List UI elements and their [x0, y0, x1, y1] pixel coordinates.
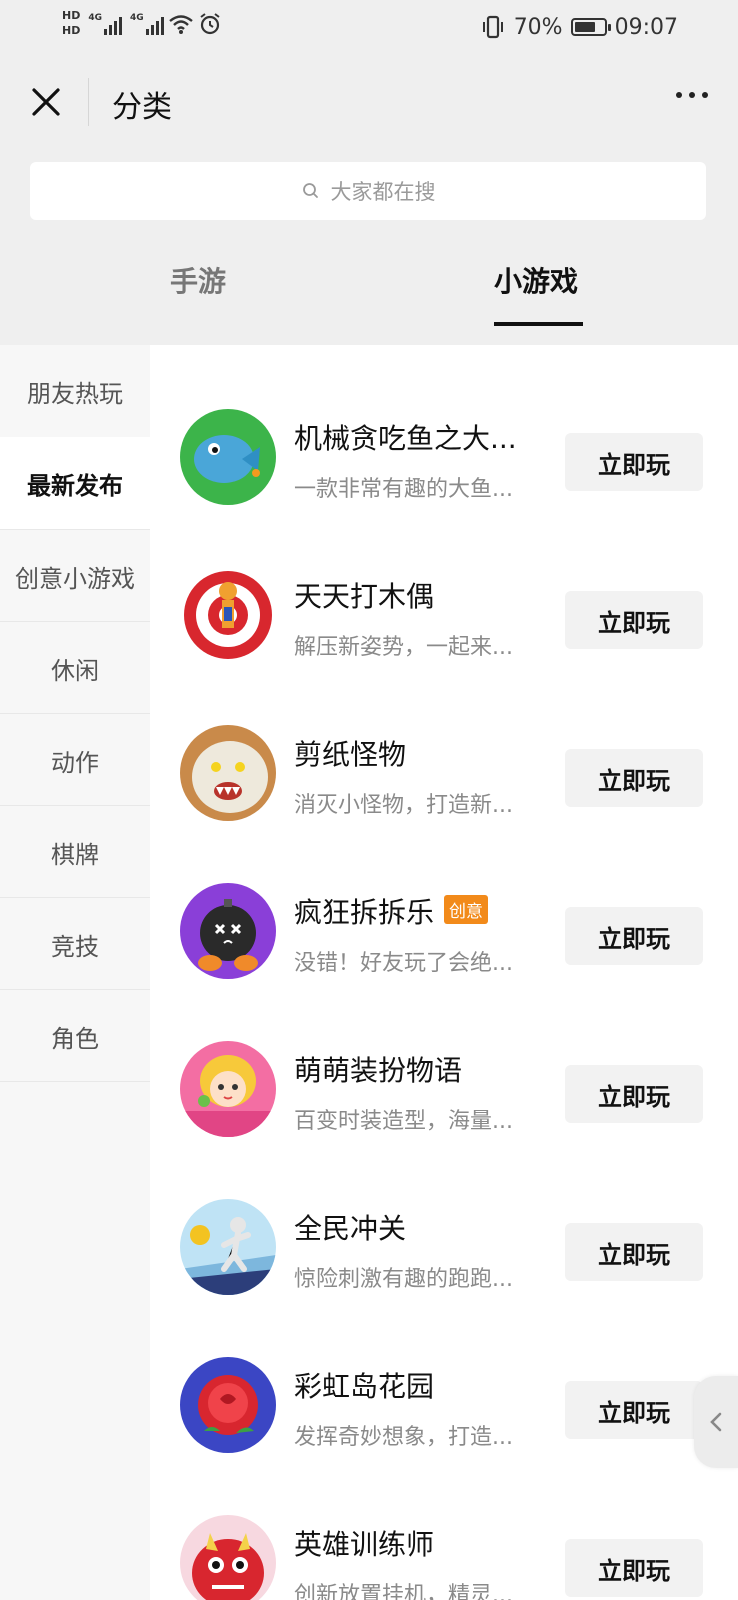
page-title: 分类 [112, 90, 172, 125]
list-item[interactable]: 萌萌装扮物语 百变时装造型，海量... 立即玩 [150, 1041, 738, 1181]
game-name: 彩虹岛花园 [294, 1370, 435, 1403]
bomb-game-icon [180, 883, 276, 979]
sidebar-item-newest[interactable]: 最新发布 [0, 437, 150, 529]
more-dot-icon [702, 92, 708, 98]
sidebar-item-casual[interactable]: 休闲 [0, 622, 150, 714]
hd-label-1: HD [62, 9, 81, 22]
search-placeholder: 大家都在搜 [330, 180, 436, 204]
signal-icon-1: 4G [88, 13, 122, 35]
list-item[interactable]: 疯狂拆拆乐 创意 没错！好友玩了会绝... 立即玩 [150, 883, 738, 1023]
more-button[interactable] [676, 92, 708, 98]
network-type-1: 4G [88, 12, 102, 23]
more-dot-icon [689, 92, 695, 98]
game-description: 发挥奇妙想象，打造... [294, 1425, 513, 1450]
tab-mini-games[interactable]: 小游戏 [494, 260, 578, 300]
game-name: 萌萌装扮物语 [294, 1054, 463, 1087]
close-button[interactable] [26, 82, 66, 122]
play-button[interactable]: 立即玩 [565, 433, 703, 491]
dressup-game-icon [180, 1041, 276, 1137]
battery-percent: 70% [513, 14, 563, 40]
creative-badge: 创意 [444, 895, 488, 924]
fish-game-icon [180, 409, 276, 505]
nav-bar: 分类 [0, 60, 738, 146]
search-icon [302, 183, 318, 198]
vibrate-icon [482, 15, 503, 39]
list-item[interactable]: 英雄训练师 创新放置挂机，精灵... 立即玩 [150, 1515, 738, 1600]
list-item[interactable]: 天天打木偶 解压新姿势，一起来... 立即玩 [150, 567, 738, 707]
play-button[interactable]: 立即玩 [565, 1223, 703, 1281]
signal-icon-2: 4G [130, 13, 164, 35]
status-left: HD HD 4G 4G [62, 10, 222, 37]
list-item[interactable]: 剪纸怪物 消灭小怪物，打造新... 立即玩 [150, 725, 738, 865]
game-description: 解压新姿势，一起来... [294, 635, 513, 660]
play-button[interactable]: 立即玩 [565, 1065, 703, 1123]
game-description: 没错！好友玩了会绝... [294, 951, 513, 976]
paper-monster-icon [180, 725, 276, 821]
play-button[interactable]: 立即玩 [565, 1539, 703, 1597]
game-name: 天天打木偶 [294, 580, 435, 613]
sidebar-item-friends-hot[interactable]: 朋友热玩 [0, 345, 150, 437]
list-item[interactable]: 彩虹岛花园 发挥奇妙想象，打造... 立即玩 [150, 1357, 738, 1497]
game-description: 一款非常有趣的大鱼... [294, 477, 513, 502]
game-description: 百变时装造型，海量... [294, 1109, 513, 1134]
game-name: 英雄训练师 [294, 1528, 435, 1561]
game-name: 全民冲关 [294, 1212, 407, 1245]
chevron-left-icon [710, 1412, 722, 1432]
game-name: 剪纸怪物 [294, 738, 407, 771]
play-button[interactable]: 立即玩 [565, 1381, 703, 1439]
tab-active-indicator [494, 322, 583, 326]
category-sidebar: 朋友热玩 最新发布 创意小游戏 休闲 动作 棋牌 竞技 角色 [0, 345, 150, 1600]
play-button[interactable]: 立即玩 [565, 907, 703, 965]
game-name: 疯狂拆拆乐 [294, 896, 435, 929]
play-button[interactable]: 立即玩 [565, 591, 703, 649]
wifi-icon [168, 14, 193, 34]
status-bar: HD HD 4G 4G 70% 09:07 [0, 0, 738, 60]
game-name: 机械贪吃鱼之大... [294, 422, 517, 455]
battery-icon [570, 18, 611, 36]
play-button[interactable]: 立即玩 [565, 749, 703, 807]
side-drawer-handle[interactable] [694, 1376, 738, 1468]
battery-fill [574, 22, 595, 32]
network-type-2: 4G [130, 12, 144, 23]
sidebar-divider [0, 1081, 150, 1082]
rose-game-icon [180, 1357, 276, 1453]
puppet-game-icon [180, 567, 276, 663]
close-icon [32, 88, 60, 116]
sidebar-item-roleplay[interactable]: 角色 [0, 990, 150, 1082]
more-dot-icon [676, 92, 682, 98]
content-area: 朋友热玩 最新发布 创意小游戏 休闲 动作 棋牌 竞技 角色 机械贪吃鱼之大..… [0, 345, 738, 1600]
list-item[interactable]: 全民冲关 惊险刺激有趣的跑跑... 立即玩 [150, 1199, 738, 1339]
sidebar-item-board[interactable]: 棋牌 [0, 806, 150, 898]
game-description: 惊险刺激有趣的跑跑... [294, 1267, 513, 1292]
nav-divider [88, 78, 89, 126]
sidebar-item-competitive[interactable]: 竞技 [0, 898, 150, 990]
clock: 09:07 [614, 14, 678, 40]
game-description: 消灭小怪物，打造新... [294, 793, 513, 818]
sidebar-item-action[interactable]: 动作 [0, 714, 150, 806]
search-input[interactable]: 大家都在搜 [30, 162, 706, 220]
game-list: 机械贪吃鱼之大... 一款非常有趣的大鱼... 立即玩 天天打木偶 解压新姿势，… [150, 345, 738, 1600]
hd-label-2: HD [62, 24, 81, 37]
sidebar-item-creative[interactable]: 创意小游戏 [0, 530, 150, 622]
runner-game-icon [180, 1199, 276, 1295]
status-right: 70% 09:07 [480, 14, 678, 40]
list-item[interactable]: 机械贪吃鱼之大... 一款非常有趣的大鱼... 立即玩 [150, 409, 738, 549]
game-description: 创新放置挂机，精灵... [294, 1583, 513, 1600]
hero-game-icon [180, 1515, 276, 1600]
alarm-icon [200, 12, 220, 34]
tab-mobile-games[interactable]: 手游 [170, 260, 226, 300]
